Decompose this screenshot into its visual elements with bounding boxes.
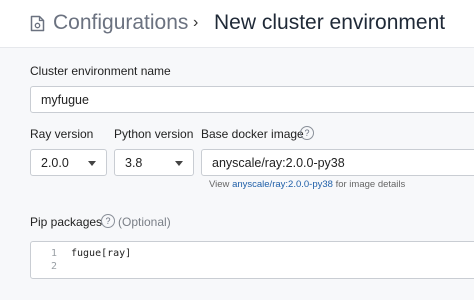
docker-image-value: anyscale/ray:2.0.0-py38 — [212, 155, 345, 170]
page-title: New cluster environment — [214, 11, 446, 34]
breadcrumb-configurations-link[interactable]: Configurations — [53, 10, 188, 36]
page: Configurations › New cluster environment… — [0, 0, 474, 300]
pip-optional-label: (Optional) — [118, 215, 171, 229]
line-number: 2 — [50, 261, 57, 272]
cluster-name-value: myfugue — [41, 92, 89, 107]
python-version-value: 3.8 — [125, 155, 143, 170]
docker-image-hint: View anyscale/ray:2.0.0-py38 for image d… — [209, 179, 405, 191]
docker-image-input[interactable]: anyscale/ray:2.0.0-py38 — [201, 149, 474, 176]
docker-hint-prefix: View — [209, 179, 230, 190]
python-version-select[interactable]: 3.8 — [114, 149, 194, 176]
question-circle-icon[interactable]: ? — [101, 214, 115, 228]
cluster-name-label: Cluster environment name — [30, 64, 171, 78]
pip-packages-label: Pip packages — [30, 215, 102, 229]
docker-image-label: Base docker image — [201, 127, 304, 141]
caret-down-icon — [175, 161, 183, 166]
page-header: Configurations › New cluster environment — [0, 0, 474, 48]
breadcrumb-separator-icon: › — [193, 14, 199, 31]
docker-image-details-link[interactable]: anyscale/ray:2.0.0-py38 — [232, 179, 333, 190]
docker-hint-suffix: for image details — [335, 179, 406, 190]
question-circle-icon[interactable]: ? — [300, 126, 314, 140]
caret-down-icon — [88, 161, 96, 166]
python-version-label: Python version — [114, 127, 194, 141]
ray-version-value: 2.0.0 — [41, 155, 69, 170]
pip-packages-editor[interactable]: 1 fugue[ray] 2 — [30, 241, 474, 279]
pip-packages-title: Pip packages — [30, 215, 103, 229]
document-settings-icon — [30, 15, 45, 32]
code-line[interactable]: fugue[ray] — [71, 248, 131, 260]
cluster-name-input[interactable]: myfugue — [30, 86, 474, 113]
ray-version-select[interactable]: 2.0.0 — [30, 149, 107, 176]
line-number: 1 — [50, 248, 57, 259]
ray-version-label: Ray version — [30, 127, 94, 141]
